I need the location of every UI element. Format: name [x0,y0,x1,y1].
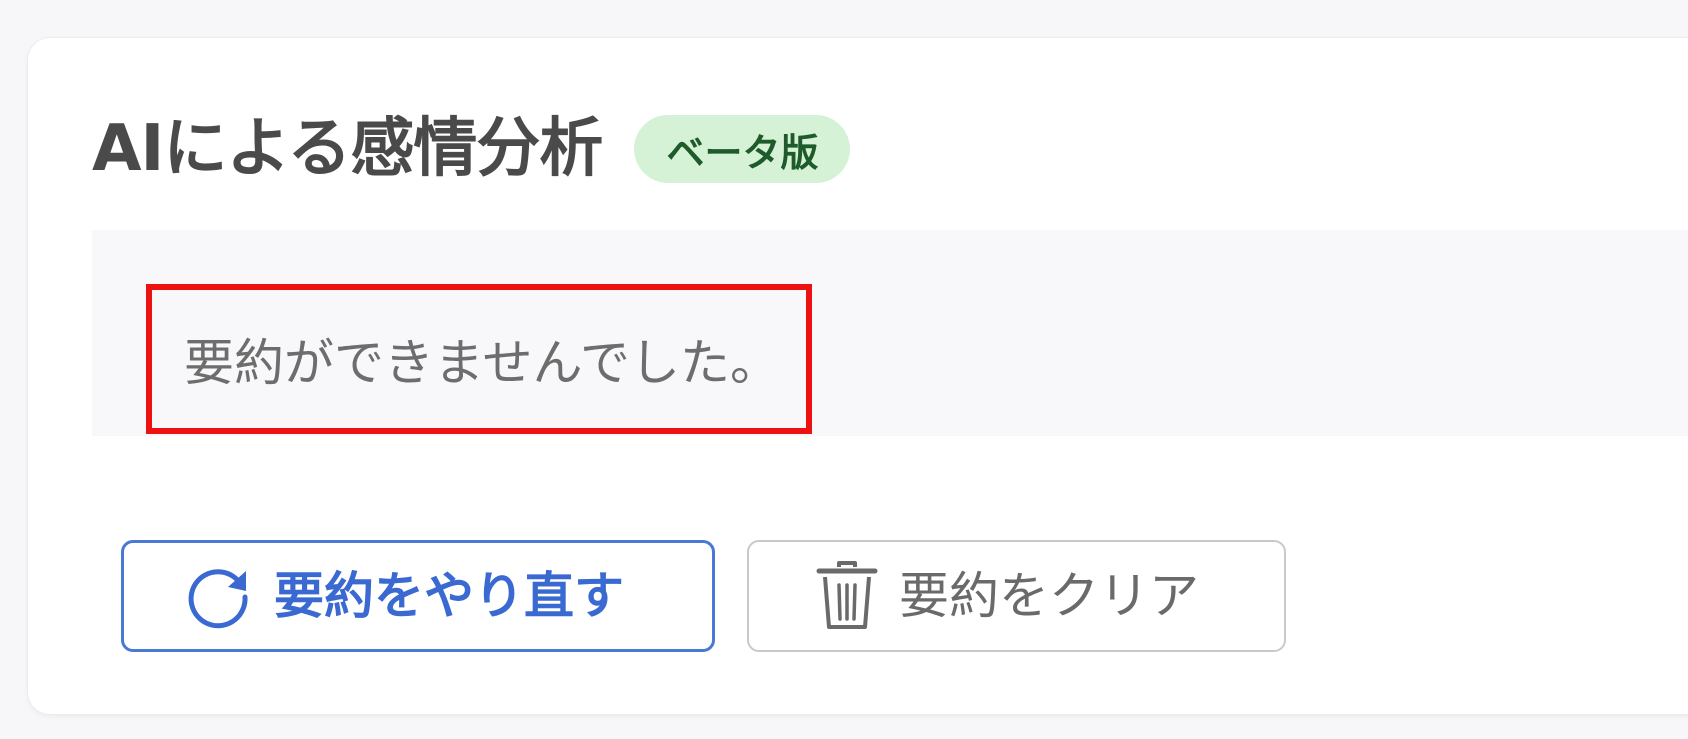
beta-badge: ベータ版 [634,115,851,183]
retry-summary-button[interactable]: 要約をやり直す [121,540,715,652]
refresh-icon [184,561,254,631]
retry-summary-label: 要約をやり直す [274,567,624,625]
clear-summary-button[interactable]: 要約をクリア [747,540,1286,652]
clear-summary-label: 要約をクリア [899,567,1199,625]
summary-error-message: 要約ができませんでした。 [184,334,780,392]
card-header: AIによる感情分析 ベータ版 [92,112,851,186]
trash-icon [815,559,879,633]
card-title: AIによる感情分析 [92,112,603,186]
